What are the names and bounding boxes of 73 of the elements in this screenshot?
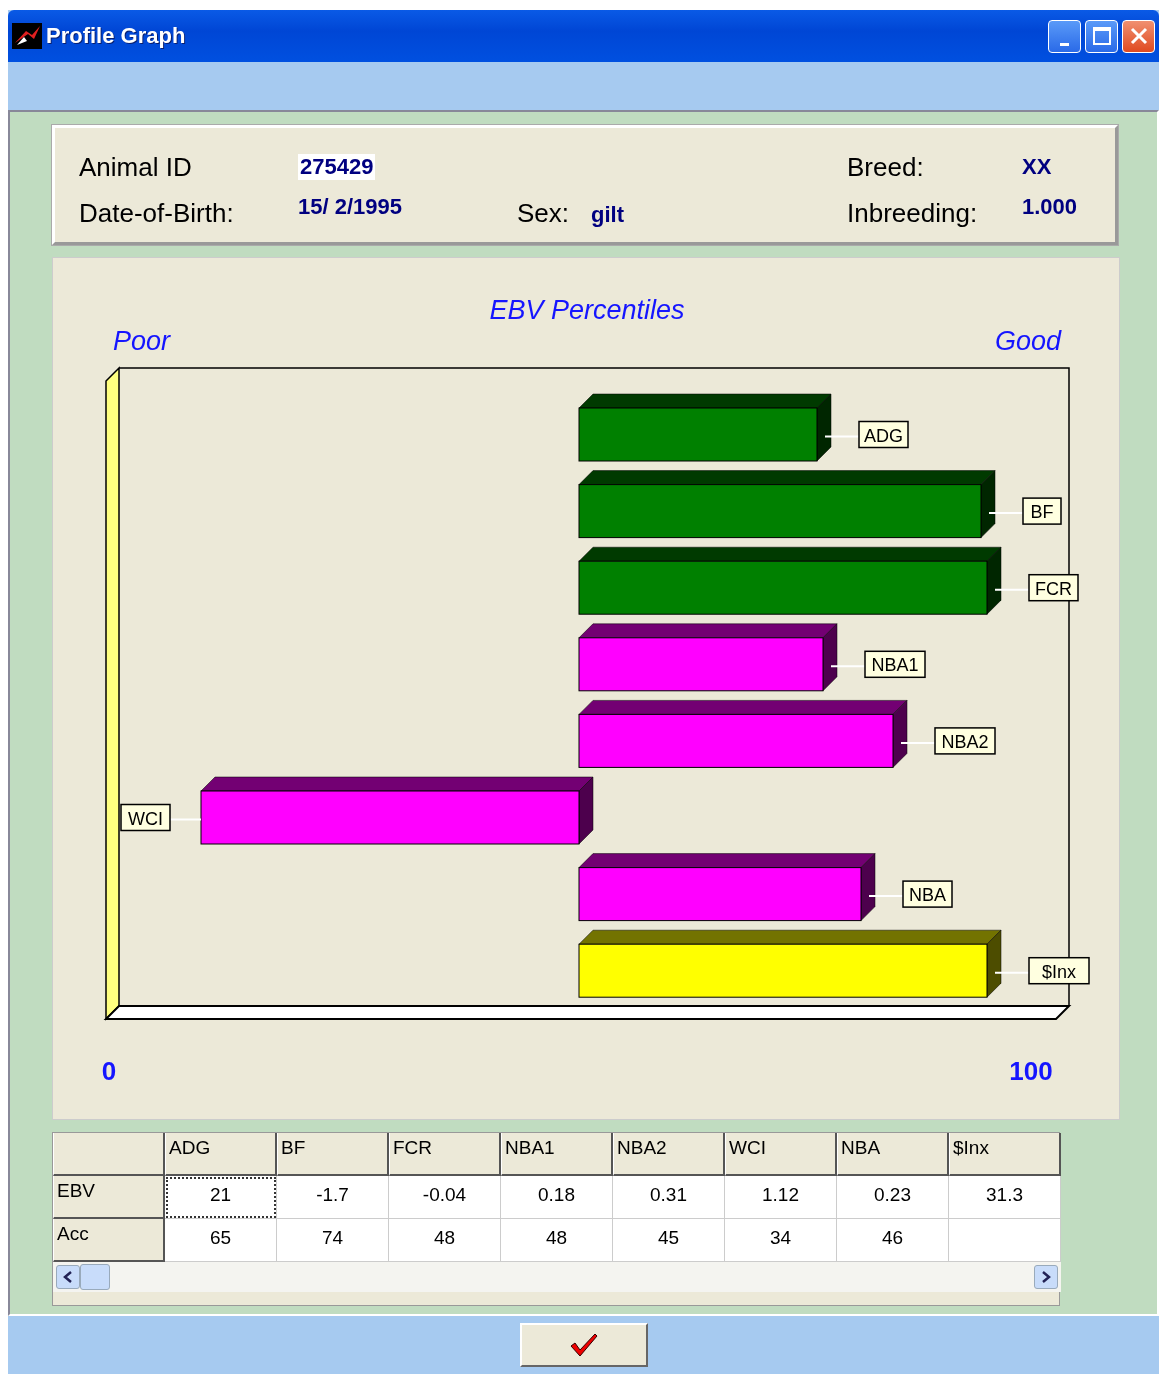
table-cell[interactable]: 31.3	[949, 1176, 1061, 1219]
leader-line	[169, 818, 202, 821]
table-cell[interactable]: 48	[501, 1219, 613, 1262]
ok-button[interactable]	[519, 1323, 648, 1367]
row-header: Acc	[53, 1219, 165, 1262]
table-cell[interactable]: 21	[165, 1176, 277, 1219]
bar-label: BF	[1022, 497, 1062, 525]
table-cell[interactable]: 48	[389, 1219, 501, 1262]
field-label: Sex:	[517, 197, 570, 229]
close-button[interactable]	[1122, 19, 1155, 53]
window-title: Profile Graph	[46, 23, 187, 49]
leader-line	[994, 971, 1030, 974]
chart-title: EBV Percentiles	[489, 295, 685, 325]
field-value: 1.000	[1022, 194, 1078, 220]
axis-annotation: Good	[994, 326, 1061, 356]
maximize-icon	[1091, 26, 1112, 46]
table-cell[interactable]: 1.12	[725, 1176, 837, 1219]
field-label: Animal ID	[79, 151, 192, 183]
table-cell[interactable]: 65	[165, 1219, 277, 1262]
table-cell[interactable]	[949, 1219, 1061, 1262]
close-icon	[1128, 26, 1149, 46]
leader-line	[830, 665, 866, 668]
checkmark-icon	[568, 1332, 599, 1358]
column-header: $Inx	[949, 1133, 1061, 1176]
field-label: Inbreeding:	[847, 197, 978, 229]
minimize-button[interactable]	[1048, 19, 1081, 53]
column-header: FCR	[389, 1133, 501, 1176]
table-cell[interactable]: 0.31	[613, 1176, 725, 1219]
row-header: EBV	[53, 1176, 165, 1219]
table-cell[interactable]: 46	[837, 1219, 949, 1262]
field-value: XX	[1022, 154, 1052, 180]
bar-label: NBA2	[934, 727, 996, 755]
leader-line	[824, 435, 860, 438]
scroll-left-button[interactable]	[56, 1265, 80, 1289]
field-label: Breed:	[847, 151, 924, 183]
column-header: ADG	[165, 1133, 277, 1176]
table-cell[interactable]: -1.7	[277, 1176, 389, 1219]
bar-label: FCR	[1028, 573, 1079, 602]
field-label: Date-of-Birth:	[79, 197, 234, 229]
scroll-thumb[interactable]	[80, 1264, 110, 1290]
field-value: gilt	[591, 201, 625, 228]
column-header: BF	[277, 1133, 389, 1176]
table-cell[interactable]: 34	[725, 1219, 837, 1262]
bar-label: NBA1	[864, 650, 926, 679]
table-cell[interactable]: 45	[613, 1219, 725, 1262]
column-header: NBA2	[613, 1133, 725, 1176]
bar-label: WCI	[120, 803, 171, 832]
leader-line	[994, 588, 1030, 591]
leader-line	[988, 512, 1024, 515]
table-cell[interactable]: -0.04	[389, 1176, 501, 1219]
bar-label: NBA	[902, 880, 953, 908]
maximize-button[interactable]	[1085, 19, 1118, 53]
scroll-right-button[interactable]	[1034, 1265, 1058, 1289]
column-header: NBA	[837, 1133, 949, 1176]
axis-min-label: 0	[101, 1056, 117, 1086]
horizontal-scrollbar[interactable]	[53, 1262, 1061, 1292]
table-cell[interactable]: 74	[277, 1219, 389, 1262]
app-icon	[12, 23, 42, 49]
chevron-right-icon	[1041, 1271, 1051, 1283]
axis-max-label: 100	[1009, 1056, 1053, 1086]
field-value: 15/ 2/1995	[298, 194, 402, 220]
column-header: WCI	[725, 1133, 837, 1176]
table-cell[interactable]: 0.18	[501, 1176, 613, 1219]
minimize-icon	[1060, 42, 1069, 46]
bar-label: ADG	[858, 420, 909, 449]
table-cell[interactable]: 0.23	[837, 1176, 949, 1219]
axis-annotation: Poor	[113, 326, 171, 356]
chevron-left-icon	[63, 1271, 73, 1283]
animal-id-field[interactable]: 275429	[298, 154, 376, 180]
leader-line	[900, 741, 936, 744]
column-header: NBA1	[501, 1133, 613, 1176]
bar-label: $Inx	[1028, 956, 1090, 985]
leader-line	[868, 895, 904, 898]
